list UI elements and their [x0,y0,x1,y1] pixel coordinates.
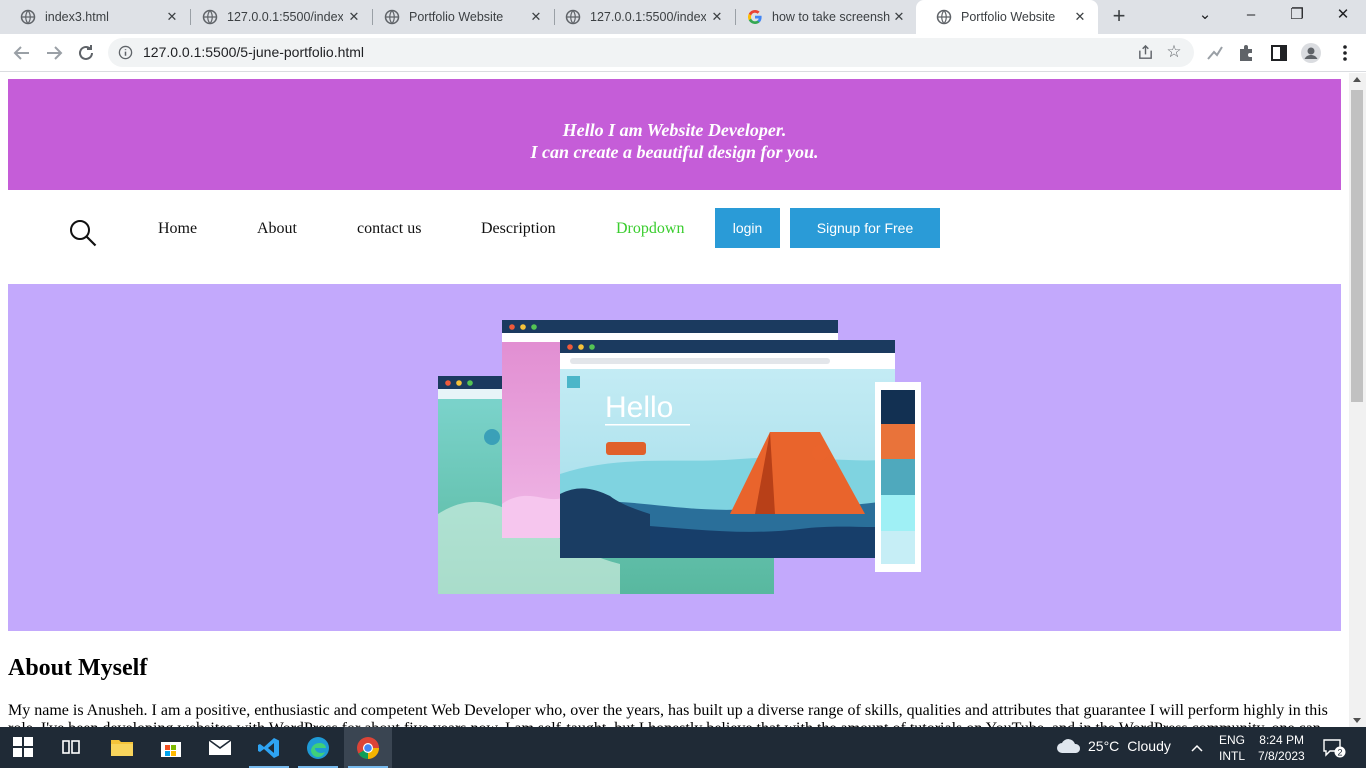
mail-button[interactable] [196,727,244,768]
nav-dropdown[interactable]: Dropdown [616,220,684,238]
globe-icon [565,9,581,25]
nav-link-contact[interactable]: contact us [357,220,421,238]
about-heading: About Myself [8,655,148,681]
extensions-puzzle-icon[interactable] [1236,42,1258,64]
share-icon[interactable] [1137,44,1154,61]
scroll-down-arrow-icon[interactable] [1353,718,1361,723]
back-arrow-icon[interactable] [10,41,34,65]
scroll-up-arrow-icon[interactable] [1353,77,1361,82]
close-icon[interactable]: ✕ [1072,9,1088,25]
reload-icon[interactable] [74,41,98,65]
globe-icon [20,9,36,25]
restore-button[interactable]: ❐ [1274,0,1320,30]
tab-title: how to take screensho [772,10,890,24]
chrome-icon [357,737,379,759]
scroll-thumb[interactable] [1351,90,1363,402]
nav-link-description[interactable]: Description [481,220,556,238]
file-explorer-button[interactable] [98,727,146,768]
tab-search-chevron-icon[interactable]: ⌄ [1182,0,1228,30]
browser-tab[interactable]: index3.html ✕ [0,0,191,34]
banner-line-2: I can create a beautiful design for you. [530,142,819,162]
hero-illustration-box: Hello [8,284,1341,631]
cloud-icon [1057,739,1081,753]
browser-toolbar: 127.0.0.1:5500/5-june-portfolio.html ☆ [0,34,1366,72]
nav-link-home[interactable]: Home [158,220,197,238]
tab-title: 127.0.0.1:5500/index3. [227,10,343,24]
weather-condition: Cloudy [1127,738,1171,754]
site-navigation: Home About contact us Description Dropdo… [0,206,1349,250]
browser-tab-active[interactable]: Portfolio Website ✕ [916,0,1098,34]
edge-icon [307,737,329,759]
close-icon[interactable]: ✕ [528,9,544,25]
side-panel-icon[interactable] [1268,42,1290,64]
chrome-button[interactable] [344,727,392,768]
page-viewport: Hello I am Website Developer. I can crea… [0,73,1349,727]
tab-title: Portfolio Website [409,10,504,24]
weather-temperature: 25°C [1088,738,1120,754]
login-button[interactable]: login [715,208,780,248]
color-palette-panel [875,382,921,572]
clock-date: 7/8/2023 [1258,749,1305,763]
close-icon[interactable]: ✕ [346,9,362,25]
store-bag-icon [161,742,181,757]
address-bar[interactable]: 127.0.0.1:5500/5-june-portfolio.html ☆ [108,38,1194,67]
profile-avatar-icon[interactable] [1300,42,1322,64]
vscode-icon [258,738,279,758]
site-info-icon[interactable] [118,45,133,60]
banner-line-1: Hello I am Website Developer. [562,120,787,140]
bookmark-star-icon[interactable]: ☆ [1164,42,1184,62]
browser-windows-illustration: Hello [438,320,921,594]
keyboard-layout: INTL [1219,749,1246,763]
tab-title: 127.0.0.1:5500/index3. [590,10,706,24]
store-button[interactable] [147,727,195,768]
browser-tab[interactable]: 127.0.0.1:5500/index3. ✕ [182,0,373,34]
hero-banner: Hello I am Website Developer. I can crea… [8,79,1341,190]
tab-title: Portfolio Website [961,10,1056,24]
globe-icon [384,9,400,25]
browser-tab[interactable]: 127.0.0.1:5500/index3. ✕ [545,0,736,34]
tab-title: index3.html [45,10,109,24]
task-view-icon [62,740,80,754]
browser-tab[interactable]: how to take screensho ✕ [727,0,917,34]
front-main-window: Hello [560,340,895,558]
close-window-button[interactable]: ✕ [1320,0,1366,30]
url-text: 127.0.0.1:5500/5-june-portfolio.html [143,44,365,60]
globe-icon [936,9,952,25]
notification-center-icon[interactable]: 2 [1322,738,1346,758]
minimize-button[interactable]: – [1228,0,1274,30]
system-clock[interactable]: 8:24 PM 7/8/2023 [1258,732,1305,764]
nav-link-about[interactable]: About [257,220,297,238]
folder-icon [111,740,133,756]
clock-time: 8:24 PM [1259,733,1304,747]
windows-logo-icon [13,737,33,757]
task-view-button[interactable] [48,727,96,768]
about-paragraph: My name is Anusheh. I am a positive, ent… [8,702,1328,727]
forward-arrow-icon[interactable] [42,41,66,65]
google-icon [748,10,762,24]
close-icon[interactable]: ✕ [709,9,725,25]
close-icon[interactable]: ✕ [164,9,180,25]
performance-icon[interactable] [1204,42,1226,64]
vscode-button[interactable] [245,727,293,768]
edge-button[interactable] [294,727,342,768]
signup-button[interactable]: Signup for Free [790,208,940,248]
page-scrollbar[interactable] [1349,73,1366,727]
browser-tab[interactable]: Portfolio Website ✕ [364,0,555,34]
language-code: ENG [1219,733,1246,747]
search-icon[interactable] [68,218,98,248]
windows-taskbar: 25°C Cloudy ENG INTL 8:24 PM 7/8/2023 2 [0,727,1366,768]
start-button[interactable] [0,727,48,768]
input-language[interactable]: ENG INTL [1219,732,1245,764]
close-icon[interactable]: ✕ [891,9,907,25]
browser-tab-strip: index3.html ✕ 127.0.0.1:5500/index3. ✕ P… [0,0,1366,34]
mail-envelope-icon [208,739,232,755]
illustration-hello-text: Hello [605,391,673,424]
new-tab-button[interactable]: + [1108,5,1130,28]
notification-count: 2 [1337,748,1342,758]
globe-icon [202,9,218,25]
kebab-menu-icon[interactable] [1334,42,1356,64]
chevron-up-icon[interactable] [1190,741,1204,755]
weather-widget[interactable]: 25°C Cloudy [1056,737,1171,755]
